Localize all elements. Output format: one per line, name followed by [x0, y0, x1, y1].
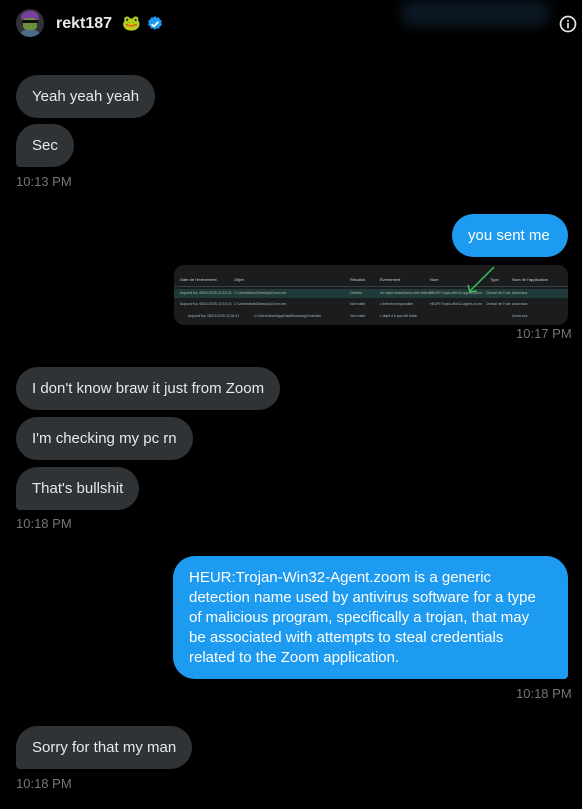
message-line: HEUR:Trojan-Win32-Agent.zoom is a generi… — [189, 569, 492, 586]
verified-badge-icon — [148, 16, 162, 30]
message-line: of malicious program, specifically a tro… — [189, 609, 530, 626]
blurred-region — [400, 0, 550, 26]
message-received[interactable]: I'm checking my pc rn — [16, 417, 193, 460]
username[interactable]: rekt187 — [56, 15, 112, 33]
message-received[interactable]: Sec — [16, 124, 74, 167]
message-timestamp: 10:18 PM — [516, 686, 572, 701]
message-received[interactable]: That's bullshit — [16, 467, 140, 510]
message-timestamp: 10:17 PM — [516, 326, 572, 341]
conversation-header: rekt187 🐸 — [0, 0, 582, 50]
message-timestamp: 10:18 PM — [16, 776, 72, 791]
info-icon[interactable] — [558, 14, 578, 34]
message-line: be associated with attempts to steal cre… — [189, 629, 504, 646]
message-line: related to the Zoom application. — [189, 649, 400, 666]
attached-screenshot-image[interactable]: Date de l'événement Objet Résultat Événe… — [174, 265, 568, 325]
message-received[interactable]: I don't know braw it just from Zoom — [16, 367, 281, 410]
message-sent[interactable]: you sent me — [452, 214, 568, 257]
message-received[interactable]: Yeah yeah yeah — [16, 75, 156, 118]
screenshot-table-header: Date de l'événement Objet Résultat Événe… — [180, 277, 548, 282]
avatar[interactable] — [16, 9, 44, 37]
message-timestamp: 10:13 PM — [16, 174, 72, 189]
message-received[interactable]: Sorry for that my man — [16, 726, 193, 769]
message-sent[interactable]: HEUR:Trojan-Win32-Agent.zoom is a generi… — [173, 556, 568, 679]
screenshot-table-row: Aujourd'hui, 08/01/2025 22:16:23 C:\User… — [180, 302, 528, 306]
frog-emoji: 🐸 — [122, 15, 141, 32]
screenshot-table-row: Aujourd'hui, 08/01/2025 22:04:11 C:\User… — [188, 314, 528, 318]
message-line: detection name used by antivirus softwar… — [189, 589, 536, 606]
message-timestamp: 10:18 PM — [16, 516, 72, 531]
annotation-arrow-icon — [467, 266, 495, 293]
screenshot-table-row: Aujourd'hui, 08/01/2025 22:16:23 C:\User… — [174, 289, 568, 298]
